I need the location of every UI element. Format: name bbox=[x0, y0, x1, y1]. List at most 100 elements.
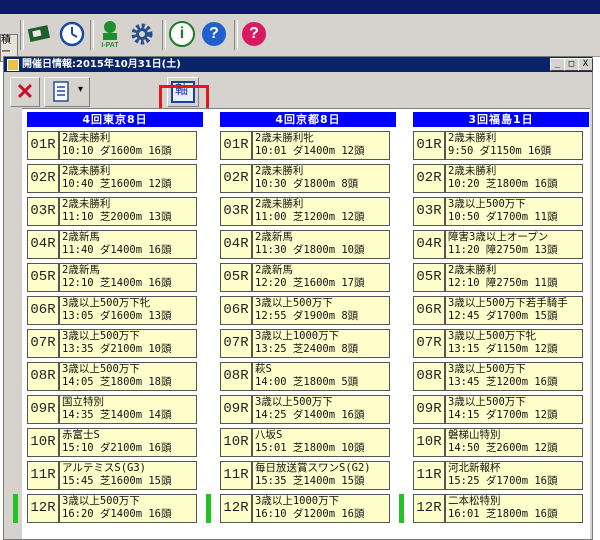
race-number-button[interactable]: 05R bbox=[27, 263, 59, 292]
race-number-button[interactable]: 03R bbox=[220, 197, 252, 226]
race-row[interactable]: 08R 萩S 14:00 芝1800m 5頭 bbox=[220, 362, 390, 392]
race-number-button[interactable]: 10R bbox=[27, 428, 59, 457]
race-row[interactable]: 11R アルテミスS(G3) 15:45 芝1600m 15頭 bbox=[27, 461, 197, 491]
race-number-button[interactable]: 11R bbox=[27, 461, 59, 490]
race-number-button[interactable]: 04R bbox=[220, 230, 252, 259]
close-window-button[interactable]: X bbox=[578, 58, 593, 71]
race-number-button[interactable]: 09R bbox=[413, 395, 445, 424]
close-button[interactable]: ✕ bbox=[10, 77, 40, 107]
race-row[interactable]: 05R 2歳新馬 12:20 芝1600m 17頭 bbox=[220, 263, 390, 293]
race-info[interactable]: 3歳以上500万下若手騎手 12:45 ダ1700m 15頭 bbox=[445, 296, 583, 325]
race-row[interactable]: 12R 3歳以上500万下 16:20 ダ1400m 16頭 bbox=[13, 494, 197, 524]
maximize-button[interactable]: □ bbox=[564, 58, 579, 71]
info-button[interactable]: i bbox=[166, 17, 198, 51]
race-row[interactable]: 09R 3歳以上500万下 14:15 ダ1700m 12頭 bbox=[413, 395, 583, 425]
race-info[interactable]: 2歳未勝利牝 10:01 ダ1400m 12頭 bbox=[252, 131, 390, 160]
race-number-button[interactable]: 12R bbox=[27, 494, 59, 523]
race-info[interactable]: 2歳未勝利 11:00 芝1200m 12頭 bbox=[252, 197, 390, 226]
settings-button[interactable] bbox=[126, 17, 158, 51]
race-info[interactable]: 毎日放送賞スワンS(G2) 15:35 芝1400m 15頭 bbox=[252, 461, 390, 490]
race-row[interactable]: 06R 3歳以上500万下牝 13:05 ダ1600m 13頭 bbox=[27, 296, 197, 326]
race-number-button[interactable]: 06R bbox=[220, 296, 252, 325]
race-number-button[interactable]: 01R bbox=[27, 131, 59, 160]
clock-button[interactable] bbox=[56, 17, 88, 51]
race-number-button[interactable]: 06R bbox=[413, 296, 445, 325]
race-row[interactable]: 06R 3歳以上500万下若手騎手 12:45 ダ1700m 15頭 bbox=[413, 296, 583, 326]
race-row[interactable]: 01R 2歳未勝利牝 10:01 ダ1400m 12頭 bbox=[220, 131, 390, 161]
race-row[interactable]: 07R 3歳以上1000万下 13:25 芝2400m 8頭 bbox=[220, 329, 390, 359]
race-row[interactable]: 09R 国立特別 14:35 芝1400m 14頭 bbox=[27, 395, 197, 425]
ticket-button[interactable] bbox=[24, 17, 56, 51]
race-row[interactable]: 07R 3歳以上500万下牝 13:15 ダ1150m 12頭 bbox=[413, 329, 583, 359]
race-info[interactable]: 2歳新馬 11:30 ダ1800m 10頭 bbox=[252, 230, 390, 259]
race-number-button[interactable]: 09R bbox=[220, 395, 252, 424]
race-number-button[interactable]: 11R bbox=[220, 461, 252, 490]
race-row[interactable]: 08R 3歳以上500万下 14:05 芝1800m 18頭 bbox=[27, 362, 197, 392]
minimize-button[interactable]: _ bbox=[550, 58, 565, 71]
race-row[interactable]: 10R 磐梯山特別 14:50 芝2600m 12頭 bbox=[413, 428, 583, 458]
race-row[interactable]: 05R 2歳未勝利 12:10 障2750m 11頭 bbox=[413, 263, 583, 293]
race-info[interactable]: 2歳未勝利 10:30 ダ1800m 8頭 bbox=[252, 164, 390, 193]
race-row[interactable]: 02R 2歳未勝利 10:40 芝1600m 12頭 bbox=[27, 164, 197, 194]
race-number-button[interactable]: 09R bbox=[27, 395, 59, 424]
document-dropdown-button[interactable]: ▾ bbox=[44, 77, 90, 107]
race-info[interactable]: 3歳以上1000万下 13:25 芝2400m 8頭 bbox=[252, 329, 390, 358]
race-number-button[interactable]: 03R bbox=[413, 197, 445, 226]
race-info[interactable]: 赤富士S 15:10 ダ2100m 16頭 bbox=[59, 428, 197, 457]
race-info[interactable]: 3歳以上500万下 14:15 ダ1700m 12頭 bbox=[445, 395, 583, 424]
race-row[interactable]: 04R 2歳新馬 11:30 ダ1800m 10頭 bbox=[220, 230, 390, 260]
race-row[interactable]: 01R 2歳未勝利 10:10 ダ1600m 16頭 bbox=[27, 131, 197, 161]
race-info[interactable]: 磐梯山特別 14:50 芝2600m 12頭 bbox=[445, 428, 583, 457]
race-row[interactable]: 01R 2歳未勝利 9:50 ダ1150m 16頭 bbox=[413, 131, 583, 161]
race-number-button[interactable]: 02R bbox=[220, 164, 252, 193]
race-number-button[interactable]: 01R bbox=[413, 131, 445, 160]
race-row[interactable]: 04R 障害3歳以上オープン 11:20 障2750m 13頭 bbox=[413, 230, 583, 260]
race-number-button[interactable]: 08R bbox=[413, 362, 445, 391]
ipat-button[interactable]: I-PAT bbox=[94, 17, 126, 51]
race-row[interactable]: 11R 毎日放送賞スワンS(G2) 15:35 芝1400m 15頭 bbox=[220, 461, 390, 491]
race-row[interactable]: 04R 2歳新馬 11:40 ダ1400m 16頭 bbox=[27, 230, 197, 260]
race-number-button[interactable]: 02R bbox=[413, 164, 445, 193]
race-number-button[interactable]: 10R bbox=[413, 428, 445, 457]
race-row[interactable]: 03R 2歳未勝利 11:00 芝1200m 12頭 bbox=[220, 197, 390, 227]
race-number-button[interactable]: 04R bbox=[27, 230, 59, 259]
race-number-button[interactable]: 02R bbox=[27, 164, 59, 193]
race-row[interactable]: 10R 八坂S 15:01 芝1800m 10頭 bbox=[220, 428, 390, 458]
race-row[interactable]: 03R 3歳以上500万下 10:50 ダ1700m 11頭 bbox=[413, 197, 583, 227]
race-info[interactable]: 2歳未勝利 10:20 芝1800m 16頭 bbox=[445, 164, 583, 193]
race-info[interactable]: 3歳以上500万下 10:50 ダ1700m 11頭 bbox=[445, 197, 583, 226]
help-button[interactable]: ? bbox=[198, 17, 230, 51]
race-info[interactable]: 3歳以上500万下牝 13:05 ダ1600m 13頭 bbox=[59, 296, 197, 325]
race-info[interactable]: 国立特別 14:35 芝1400m 14頭 bbox=[59, 395, 197, 424]
race-row[interactable]: 09R 3歳以上500万下 14:25 ダ1400m 16頭 bbox=[220, 395, 390, 425]
race-number-button[interactable]: 05R bbox=[220, 263, 252, 292]
race-row[interactable]: 02R 2歳未勝利 10:30 ダ1800m 8頭 bbox=[220, 164, 390, 194]
race-info[interactable]: 2歳未勝利 10:10 ダ1600m 16頭 bbox=[59, 131, 197, 160]
race-info[interactable]: アルテミスS(G3) 15:45 芝1600m 15頭 bbox=[59, 461, 197, 490]
race-number-button[interactable]: 11R bbox=[413, 461, 445, 490]
race-info[interactable]: 3歳以上500万下 16:20 ダ1400m 16頭 bbox=[59, 494, 197, 523]
race-number-button[interactable]: 12R bbox=[220, 494, 252, 523]
race-number-button[interactable]: 04R bbox=[413, 230, 445, 259]
race-number-button[interactable]: 10R bbox=[220, 428, 252, 457]
race-row[interactable]: 07R 3歳以上500万下 13:35 ダ2100m 10頭 bbox=[27, 329, 197, 359]
race-info[interactable]: 障害3歳以上オープン 11:20 障2750m 13頭 bbox=[445, 230, 583, 259]
race-row[interactable]: 08R 3歳以上500万下 13:45 芝1200m 16頭 bbox=[413, 362, 583, 392]
race-info[interactable]: 2歳未勝利 12:10 障2750m 11頭 bbox=[445, 263, 583, 292]
race-number-button[interactable]: 08R bbox=[27, 362, 59, 391]
race-number-button[interactable]: 03R bbox=[27, 197, 59, 226]
race-number-button[interactable]: 01R bbox=[220, 131, 252, 160]
race-info[interactable]: 3歳以上500万下 14:05 芝1800m 18頭 bbox=[59, 362, 197, 391]
question-button[interactable]: ? bbox=[238, 17, 270, 51]
race-info[interactable]: 2歳新馬 12:10 芝1400m 16頭 bbox=[59, 263, 197, 292]
race-info[interactable]: 3歳以上500万下 13:35 ダ2100m 10頭 bbox=[59, 329, 197, 358]
race-info[interactable]: 2歳未勝利 10:40 芝1600m 12頭 bbox=[59, 164, 197, 193]
race-number-button[interactable]: 12R bbox=[413, 494, 445, 523]
race-row[interactable]: 12R 3歳以上1000万下 16:10 ダ1200m 16頭 bbox=[206, 494, 390, 524]
race-info[interactable]: 3歳以上500万下牝 13:15 ダ1150m 12頭 bbox=[445, 329, 583, 358]
race-number-button[interactable]: 07R bbox=[413, 329, 445, 358]
race-row[interactable]: 03R 2歳未勝利 11:10 芝2000m 13頭 bbox=[27, 197, 197, 227]
race-info[interactable]: 2歳新馬 11:40 ダ1400m 16頭 bbox=[59, 230, 197, 259]
race-info[interactable]: 2歳新馬 12:20 芝1600m 17頭 bbox=[252, 263, 390, 292]
race-row[interactable]: 06R 3歳以上500万下 12:55 ダ1900m 8頭 bbox=[220, 296, 390, 326]
